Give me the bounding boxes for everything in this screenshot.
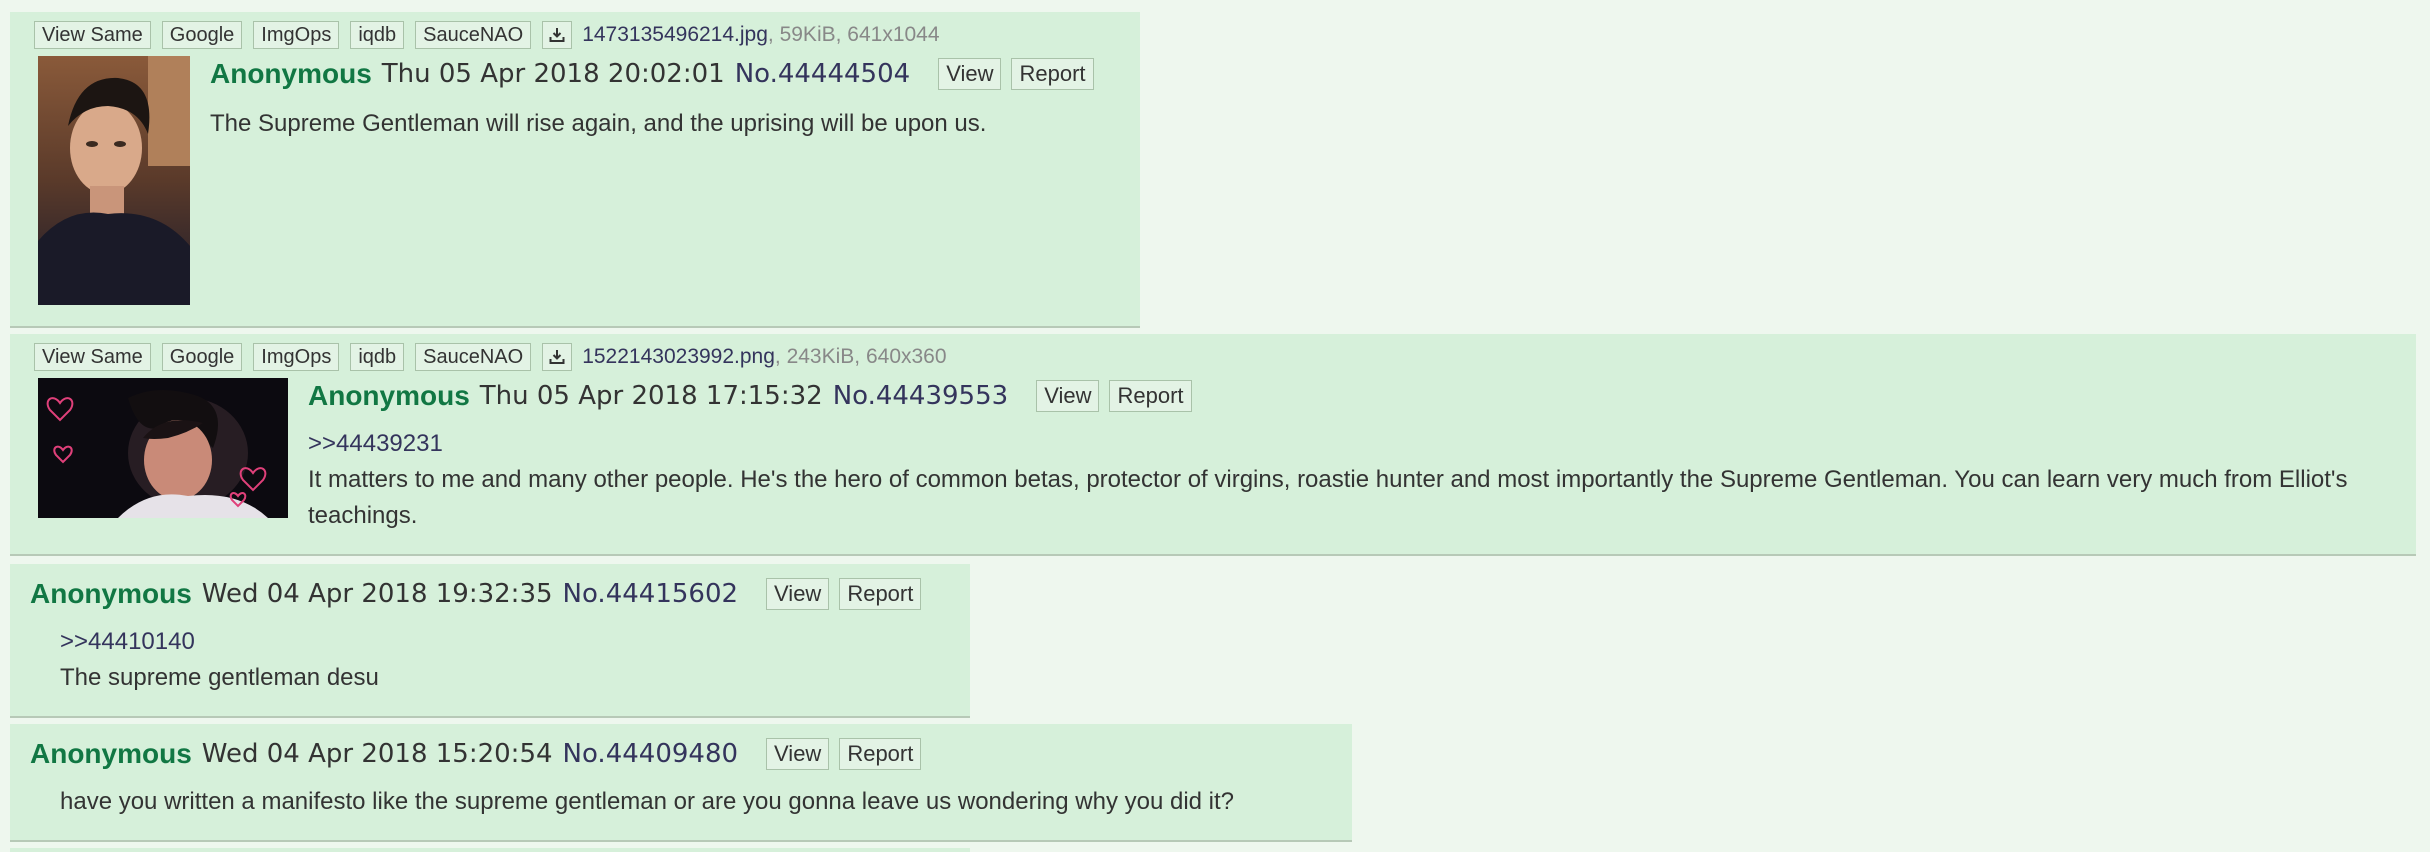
next-post-edge [10, 848, 970, 852]
post-date: Thu 05 Apr 2018 20:02:01 [381, 59, 725, 89]
post: Anonymous Wed 04 Apr 2018 15:20:54 No.44… [10, 724, 1352, 842]
download-icon [549, 350, 565, 364]
download-icon [549, 28, 565, 42]
saucenao-button[interactable]: SauceNAO [415, 343, 532, 371]
google-button[interactable]: Google [161, 21, 243, 49]
file-toolbar: View Same Google ImgOps iqdb SauceNAO 15… [34, 342, 947, 372]
quote-link[interactable]: >>44410140 [60, 624, 379, 660]
poster-name: Anonymous [210, 58, 372, 89]
file-meta: , 59KiB, 641x1044 [767, 23, 940, 46]
view-button[interactable]: View [938, 58, 1002, 90]
post-message: have you written a manifesto like the su… [60, 784, 1234, 820]
download-button[interactable] [542, 343, 573, 371]
report-button[interactable]: Report [839, 738, 922, 770]
post-text: It matters to me and many other people. … [308, 466, 2348, 529]
view-button[interactable]: View [766, 738, 830, 770]
saucenao-button[interactable]: SauceNAO [415, 21, 532, 49]
post-header: Anonymous Wed 04 Apr 2018 15:20:54 No.44… [30, 736, 931, 772]
post-date: Wed 04 Apr 2018 15:20:54 [201, 739, 553, 769]
post: Anonymous Wed 04 Apr 2018 19:32:35 No.44… [10, 564, 970, 718]
post-date: Wed 04 Apr 2018 19:32:35 [201, 579, 553, 609]
iqdb-button[interactable]: iqdb [350, 21, 405, 49]
view-button[interactable]: View [766, 578, 830, 610]
post-number-link[interactable]: No.44409480 [563, 739, 739, 769]
file-name-link[interactable]: 1522143023992.png [582, 345, 775, 369]
view-same-button[interactable]: View Same [34, 343, 151, 371]
poster-name: Anonymous [308, 380, 470, 411]
download-button[interactable] [542, 21, 573, 49]
report-button[interactable]: Report [1109, 380, 1192, 412]
view-button[interactable]: View [1036, 380, 1100, 412]
post-date: Thu 05 Apr 2018 17:15:32 [479, 381, 823, 411]
report-button[interactable]: Report [1011, 58, 1094, 90]
file-name-link[interactable]: 1473135496214.jpg [582, 23, 768, 47]
post-number-link[interactable]: No.44444504 [735, 59, 911, 89]
post-header: Anonymous Wed 04 Apr 2018 19:32:35 No.44… [30, 576, 931, 612]
post-number-link[interactable]: No.44439553 [833, 381, 1009, 411]
imgops-button[interactable]: ImgOps [253, 343, 340, 371]
post-text: have you written a manifesto like the su… [60, 788, 1235, 815]
post-number-link[interactable]: No.44415602 [563, 579, 739, 609]
post-message: >>44410140 The supreme gentleman desu [60, 624, 379, 696]
file-toolbar: View Same Google ImgOps iqdb SauceNAO 14… [34, 20, 940, 50]
post: View Same Google ImgOps iqdb SauceNAO 15… [10, 334, 2416, 556]
post-header: Anonymous Thu 05 Apr 2018 20:02:01 No.44… [210, 56, 1104, 92]
post-text: The supreme gentleman desu [60, 664, 379, 691]
poster-name: Anonymous [30, 738, 192, 769]
post-message: >>44439231 It matters to me and many oth… [308, 426, 2388, 534]
poster-name: Anonymous [30, 578, 192, 609]
quote-link[interactable]: >>44439231 [308, 426, 2388, 462]
post-thumbnail[interactable] [38, 378, 288, 518]
post-thumbnail[interactable] [38, 56, 190, 305]
post-message: The Supreme Gentleman will rise again, a… [210, 106, 986, 142]
post: View Same Google ImgOps iqdb SauceNAO 14… [10, 12, 1140, 328]
post-text: The Supreme Gentleman will rise again, a… [210, 110, 987, 137]
report-button[interactable]: Report [839, 578, 922, 610]
view-same-button[interactable]: View Same [34, 21, 151, 49]
file-meta: , 243KiB, 640x360 [774, 345, 947, 368]
google-button[interactable]: Google [161, 343, 243, 371]
imgops-button[interactable]: ImgOps [253, 21, 340, 49]
post-header: Anonymous Thu 05 Apr 2018 17:15:32 No.44… [308, 378, 1202, 414]
iqdb-button[interactable]: iqdb [350, 343, 405, 371]
